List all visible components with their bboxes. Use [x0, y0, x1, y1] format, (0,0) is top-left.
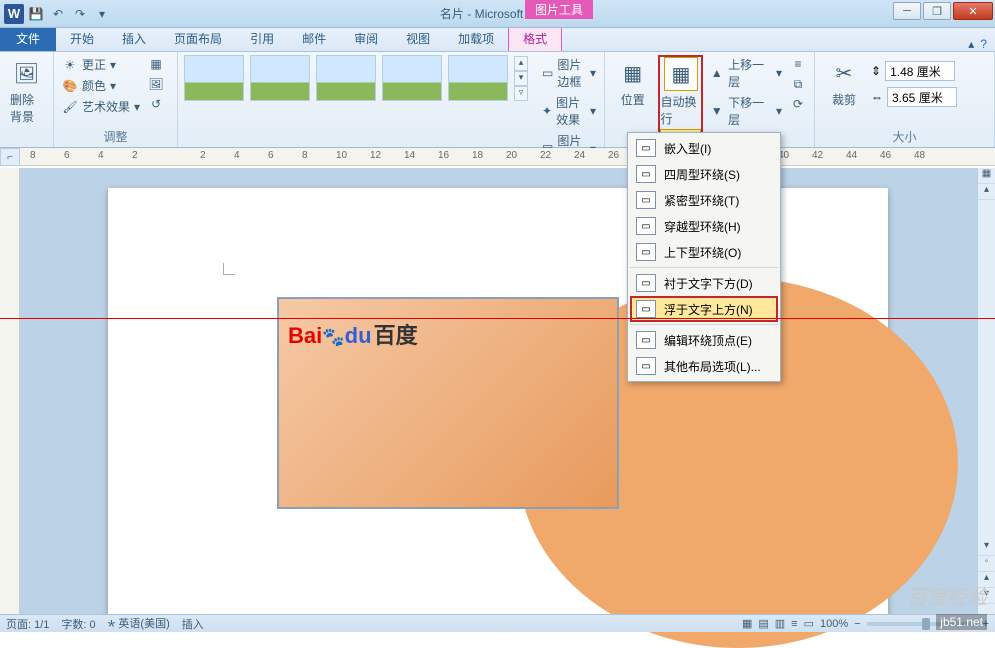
- tab-insert[interactable]: 插入: [108, 26, 160, 51]
- wrap-square[interactable]: ▭四周型环绕(S): [630, 161, 778, 187]
- tab-mailings[interactable]: 邮件: [288, 26, 340, 51]
- title-bar: W 💾 ↶ ↷ ▾ 名片 - Microsoft Word 图片工具 ─ ❐ ✕: [0, 0, 995, 28]
- site-watermark: jb51.net: [936, 614, 987, 630]
- gallery-more-icon[interactable]: ▿: [514, 86, 528, 101]
- width-icon: ⇔: [871, 90, 883, 104]
- remove-background-button[interactable]: 🖼删除背景: [6, 55, 47, 127]
- wrap-more-layout[interactable]: ▭其他布局选项(L)...: [630, 353, 778, 379]
- color-button[interactable]: 🎨颜色▾: [60, 76, 142, 95]
- status-bar: 页面: 1/1 字数: 0 🞰 英语(美国) 插入 ▦ ▤ ▥ ≡ ▭ 100%…: [0, 614, 995, 632]
- document-area: Bai🐾du百度 ▦▴▾◦▴▾: [0, 168, 995, 614]
- status-page[interactable]: 页面: 1/1: [6, 616, 49, 632]
- send-backward-button[interactable]: ▼下移一层▾: [707, 93, 784, 129]
- picture-styles-gallery[interactable]: ▴▾▿: [184, 55, 528, 101]
- height-icon: ⇕: [871, 64, 881, 78]
- view-outline-icon[interactable]: ≡: [791, 618, 797, 630]
- view-web-icon[interactable]: ▥: [775, 617, 785, 630]
- qat-more-icon[interactable]: ▾: [92, 4, 112, 24]
- artistic-button[interactable]: 🖌艺术效果▾: [60, 97, 142, 116]
- group-icon[interactable]: ⧉: [788, 75, 808, 93]
- ruler-toggle-icon[interactable]: ▦: [978, 168, 995, 184]
- crop-button[interactable]: ✂裁剪: [821, 55, 867, 110]
- tab-view[interactable]: 视图: [392, 26, 444, 51]
- view-draft-icon[interactable]: ▭: [804, 617, 814, 630]
- watermark: 百度经验: [907, 581, 987, 610]
- save-icon[interactable]: 💾: [26, 4, 46, 24]
- undo-icon[interactable]: ↶: [48, 4, 68, 24]
- wrap-text-button[interactable]: ▦自动换行▾: [658, 55, 703, 143]
- style-thumb[interactable]: [184, 55, 244, 101]
- ribbon: 🖼删除背景 ☀更正▾ 🎨颜色▾ 🖌艺术效果▾ ▦ 🖼 ↺ 调整: [0, 52, 995, 148]
- ribbon-tabs: 文件 开始 插入 页面布局 引用 邮件 审阅 视图 加载项 格式 ▴ ?: [0, 28, 995, 52]
- status-insertmode[interactable]: 插入: [182, 616, 204, 632]
- rotate-icon[interactable]: ⟳: [788, 95, 808, 113]
- wrap-inline[interactable]: ▭嵌入型(I): [630, 135, 778, 161]
- height-input[interactable]: [885, 61, 955, 81]
- tab-file[interactable]: 文件: [0, 26, 56, 51]
- tab-home[interactable]: 开始: [56, 26, 108, 51]
- minimize-button[interactable]: ─: [893, 2, 921, 20]
- wrap-through[interactable]: ▭穿越型环绕(H): [630, 213, 778, 239]
- vertical-scrollbar[interactable]: ▦▴▾◦▴▾: [977, 168, 995, 614]
- view-print-icon[interactable]: ▦: [742, 617, 752, 630]
- ruler-corner[interactable]: ⌐: [0, 148, 20, 166]
- status-language[interactable]: 🞰 英语(美国): [108, 615, 170, 632]
- wrap-text-menu: ▭嵌入型(I) ▭四周型环绕(S) ▭紧密型环绕(T) ▭穿越型环绕(H) ▭上…: [627, 132, 781, 382]
- close-button[interactable]: ✕: [953, 2, 993, 20]
- zoom-out-icon[interactable]: −: [854, 618, 860, 630]
- corrections-button[interactable]: ☀更正▾: [60, 55, 142, 74]
- annotation-line: [0, 318, 995, 319]
- redo-icon[interactable]: ↷: [70, 4, 90, 24]
- picture-effects-button[interactable]: ✦图片效果▾: [540, 93, 598, 129]
- compress-icon[interactable]: ▦: [146, 55, 166, 73]
- size-group-label: 大小: [821, 126, 988, 145]
- tab-pagelayout[interactable]: 页面布局: [160, 26, 236, 51]
- tab-addins[interactable]: 加载项: [444, 26, 508, 51]
- position-button[interactable]: ▦位置: [611, 55, 654, 110]
- word-icon[interactable]: W: [4, 4, 24, 24]
- cursor-indicator: [223, 263, 235, 275]
- wrap-tight[interactable]: ▭紧密型环绕(T): [630, 187, 778, 213]
- bring-forward-button[interactable]: ▲上移一层▾: [707, 55, 784, 91]
- wrap-behind[interactable]: ▭衬于文字下方(D): [630, 270, 778, 296]
- style-thumb[interactable]: [448, 55, 508, 101]
- style-thumb[interactable]: [316, 55, 376, 101]
- status-wordcount[interactable]: 字数: 0: [61, 616, 95, 632]
- wrap-edit-points[interactable]: ▭编辑环绕顶点(E): [630, 327, 778, 353]
- change-picture-icon[interactable]: 🖼: [146, 75, 166, 93]
- ribbon-minimize-icon[interactable]: ▴: [968, 37, 974, 51]
- width-input[interactable]: [887, 87, 957, 107]
- horizontal-ruler[interactable]: 8642246810121416182022242628384042444648: [20, 148, 995, 166]
- wrap-topbottom[interactable]: ▭上下型环绕(O): [630, 239, 778, 265]
- gallery-up-icon[interactable]: ▴: [514, 56, 528, 71]
- zoom-level[interactable]: 100%: [820, 618, 848, 630]
- gallery-down-icon[interactable]: ▾: [514, 71, 528, 86]
- quick-access-toolbar: W 💾 ↶ ↷ ▾: [0, 4, 112, 24]
- style-thumb[interactable]: [250, 55, 310, 101]
- baidu-logo[interactable]: Bai🐾du百度: [288, 318, 418, 350]
- picture-border-button[interactable]: ▭图片边框▾: [540, 55, 598, 91]
- tab-format[interactable]: 格式: [508, 25, 562, 51]
- reset-picture-icon[interactable]: ↺: [146, 95, 166, 113]
- tab-references[interactable]: 引用: [236, 26, 288, 51]
- adjust-group-label: 调整: [60, 126, 171, 145]
- vertical-ruler[interactable]: [0, 168, 20, 614]
- style-thumb[interactable]: [382, 55, 442, 101]
- help-icon[interactable]: ?: [980, 37, 987, 51]
- tab-review[interactable]: 审阅: [340, 26, 392, 51]
- align-icon[interactable]: ≡: [788, 55, 808, 73]
- context-tool-label: 图片工具: [525, 0, 593, 19]
- view-read-icon[interactable]: ▤: [758, 617, 768, 630]
- restore-button[interactable]: ❐: [923, 2, 951, 20]
